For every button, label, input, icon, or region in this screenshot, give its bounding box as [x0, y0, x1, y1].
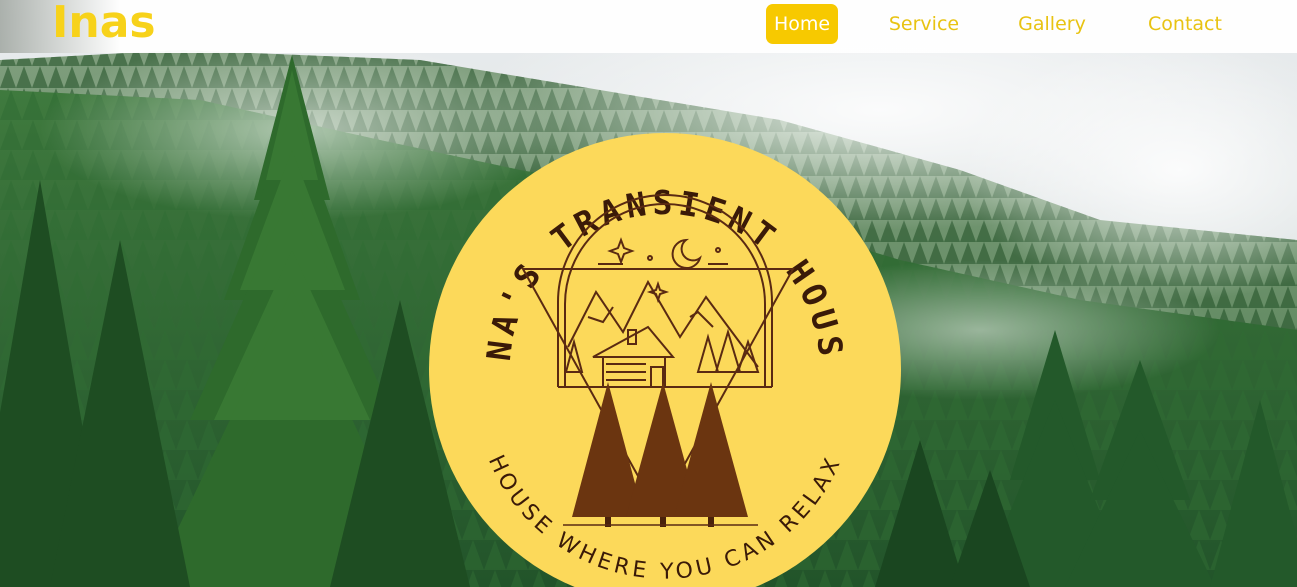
nav-link-home[interactable]: Home [766, 4, 838, 44]
hero-logo-emblem: INA'S TRANSIENT HOUSE HOUSE WHERE YOU CA… [416, 101, 902, 587]
nav-link-contact[interactable]: Contact [1139, 4, 1231, 44]
brand-logo-text[interactable]: Inas [52, 0, 156, 52]
top-navbar: Inas Home Service Gallery Contact [0, 0, 1297, 53]
cabin-mountains-pines-emblem-icon: INA'S TRANSIENT HOUSE HOUSE WHERE YOU CA… [416, 101, 901, 587]
nav-link-service[interactable]: Service [883, 4, 965, 44]
nav-link-gallery[interactable]: Gallery [1012, 4, 1092, 44]
